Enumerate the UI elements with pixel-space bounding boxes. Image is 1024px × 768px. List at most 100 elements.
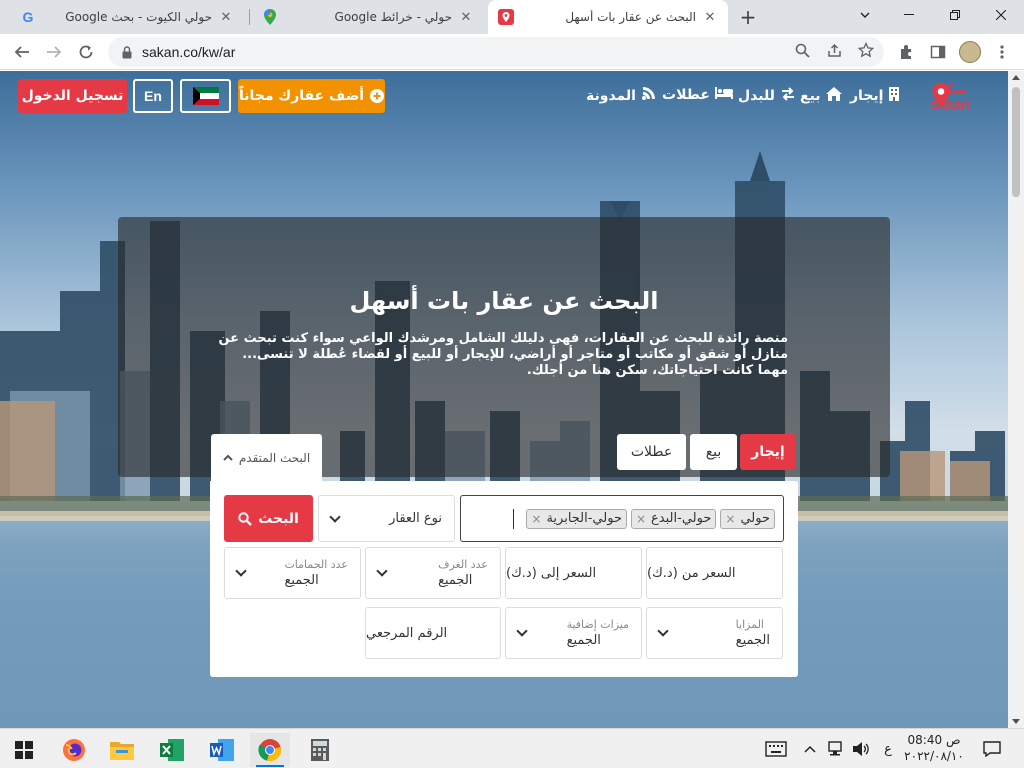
clock-ampm: ص [945, 733, 961, 747]
address-bar[interactable]: sakan.co/kw/ar [108, 37, 884, 67]
close-icon[interactable]: ✕ [702, 9, 718, 25]
features-select[interactable]: المزايا الجميع [646, 607, 783, 659]
rooms-select[interactable]: عدد الغرف الجميع [365, 547, 501, 599]
location-chip[interactable]: × حولي-الجابرية [526, 508, 627, 529]
kuwait-flag-icon [192, 87, 219, 105]
forward-button[interactable] [40, 38, 68, 66]
taskbar-file-explorer[interactable] [102, 733, 142, 767]
location-chip[interactable]: × حولي [720, 508, 775, 529]
tab-google-maps[interactable]: حولي - خرائط Google ✕ [252, 0, 484, 34]
price-to-input[interactable]: السعر إلى (د.ك) [505, 547, 642, 599]
menu-kebab-icon[interactable] [990, 40, 1014, 64]
extras-select[interactable]: ميزات إضافية الجميع [505, 607, 642, 659]
nav-rent[interactable]: إيجار [850, 87, 900, 105]
plus-circle-icon [370, 89, 385, 103]
tab-sale[interactable]: بيع [690, 434, 737, 470]
side-panel-icon[interactable] [926, 40, 950, 64]
share-icon[interactable] [825, 41, 843, 59]
clock-time: 08:40 [907, 733, 943, 747]
chevron-down-icon [329, 510, 341, 523]
scrollbar-thumb[interactable] [1012, 87, 1020, 197]
location-pin-icon [932, 83, 950, 107]
zoom-icon[interactable] [793, 41, 811, 59]
home-icon [825, 87, 842, 105]
country-selector-button[interactable] [180, 79, 231, 113]
taskbar-calculator[interactable] [300, 733, 340, 767]
profile-avatar[interactable] [958, 40, 982, 64]
nav-holidays[interactable]: عطلات [662, 87, 733, 103]
bathrooms-value: الجميع [284, 573, 319, 588]
extras-label: ميزات إضافية [566, 618, 629, 631]
input-language-indicator[interactable]: ع [878, 739, 898, 759]
taskbar-clock[interactable]: ص 08:40 ٢٠٢٢/٠٨/١٠ [900, 732, 968, 766]
remove-chip-icon[interactable]: × [531, 512, 541, 526]
tab-google-search[interactable]: G حولي الكيوت - بحث Google ✕ [10, 0, 244, 34]
advanced-search-toggle[interactable]: البحث المتقدم [211, 434, 322, 481]
volume-icon[interactable] [850, 739, 872, 759]
taskbar-chrome[interactable] [250, 733, 290, 767]
folder-icon [110, 742, 134, 760]
tab-title: حولي الكيوت - بحث Google [65, 10, 212, 24]
tab-rent[interactable]: إيجار [740, 434, 796, 470]
taskbar-word[interactable] [202, 733, 242, 767]
chevron-up-icon [223, 454, 233, 461]
property-type-select[interactable]: نوع العقار [318, 495, 455, 542]
network-icon[interactable] [824, 739, 846, 759]
chevron-down-icon [376, 565, 388, 577]
chevron-down-icon [235, 565, 247, 577]
tab-holidays[interactable]: عطلات [617, 434, 686, 470]
nav-label: إيجار [850, 88, 884, 104]
login-button[interactable]: تسجيل الدخول [18, 79, 127, 113]
arrow-left-icon [14, 46, 29, 58]
tab-sakan[interactable]: البحث عن عقار بات أسهل ✕ [488, 0, 728, 34]
search-form: × حولي-الجابرية × حولي-البدع × حولي نوع … [210, 481, 798, 677]
add-property-button[interactable]: أضف عقارك مجاناً [238, 79, 385, 113]
scroll-up-icon[interactable] [1012, 75, 1020, 80]
advanced-search-label: البحث المتقدم [238, 450, 311, 465]
windows-taskbar: ع ص 08:40 ٢٠٢٢/٠٨/١٠ [0, 728, 1024, 768]
clock-date: ٢٠٢٢/٠٨/١٠ [904, 749, 964, 763]
remove-chip-icon[interactable]: × [636, 512, 646, 526]
close-icon[interactable]: ✕ [458, 9, 474, 25]
back-button[interactable] [8, 38, 36, 66]
page-scrollbar[interactable] [1008, 71, 1024, 728]
price-from-input[interactable]: السعر من (د.ك) [646, 547, 783, 599]
tray-chevron-up-icon[interactable] [800, 739, 820, 759]
chevron-down-icon [657, 625, 669, 637]
tab-search-button[interactable] [842, 0, 888, 30]
bookmark-star-icon[interactable] [857, 41, 875, 59]
new-tab-button[interactable]: + [736, 5, 760, 29]
nav-blog[interactable]: المدونة [586, 87, 655, 105]
rooms-value: الجميع [438, 573, 473, 588]
rooms-label: عدد الغرف [438, 558, 488, 571]
features-label: المزايا [735, 618, 764, 631]
lock-icon[interactable] [112, 45, 142, 59]
extensions-puzzle-icon[interactable] [895, 40, 919, 64]
minimize-button[interactable] [886, 0, 932, 30]
restore-button[interactable] [932, 0, 978, 30]
scroll-down-icon[interactable] [1012, 719, 1020, 724]
windows-logo-icon [15, 741, 33, 759]
search-button[interactable]: البحث [224, 495, 313, 542]
taskbar-firefox[interactable] [54, 733, 94, 767]
language-toggle-button[interactable]: En [133, 79, 173, 113]
nav-sale[interactable]: بيع [800, 87, 842, 105]
reference-number-input[interactable]: الرقم المرجعي [365, 607, 501, 659]
close-icon[interactable]: ✕ [218, 9, 234, 25]
browser-tab-strip: G حولي الكيوت - بحث Google ✕ حولي - خرائ… [0, 0, 1024, 34]
windows-start-button[interactable] [4, 733, 44, 767]
excel-icon [160, 739, 184, 761]
chevron-down-icon [860, 12, 870, 18]
bathrooms-select[interactable]: عدد الحمامات الجميع [224, 547, 361, 599]
location-chip[interactable]: × حولي-البدع [630, 508, 717, 529]
building-icon [888, 87, 900, 105]
extras-value: الجميع [566, 633, 601, 648]
location-input[interactable]: × حولي-الجابرية × حولي-البدع × حولي [460, 495, 784, 542]
remove-chip-icon[interactable]: × [725, 512, 735, 526]
taskbar-excel[interactable] [152, 733, 192, 767]
close-window-button[interactable] [978, 0, 1024, 30]
notifications-icon[interactable] [980, 739, 1004, 759]
keyboard-icon[interactable] [762, 739, 790, 759]
nav-exchange[interactable]: للبدل [738, 87, 796, 105]
reload-button[interactable] [72, 38, 100, 66]
